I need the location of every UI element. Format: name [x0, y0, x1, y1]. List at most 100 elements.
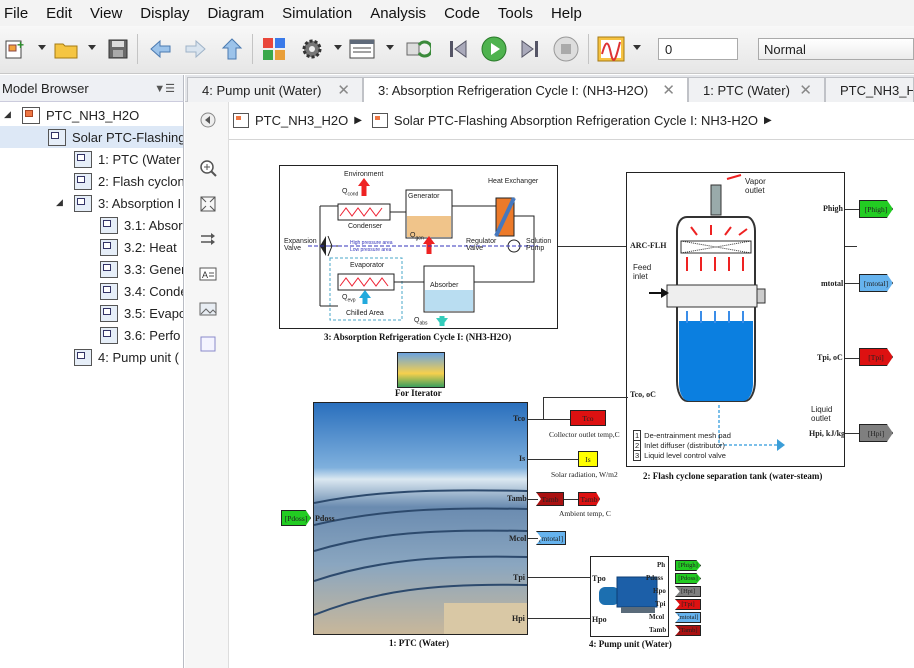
- tree-item-absorption[interactable]: 3: Absorption I: [74, 192, 181, 214]
- menu-view[interactable]: View: [81, 5, 131, 22]
- model-icon: [22, 106, 40, 124]
- open-dropdown-icon[interactable]: [88, 45, 96, 50]
- goto-tag-tpi[interactable]: [Tpi]: [859, 348, 893, 366]
- goto-tag-phigh[interactable]: [Phigh]: [859, 200, 893, 218]
- diagram-palette: A: [185, 102, 229, 668]
- tab-ptc[interactable]: 1: PTC (Water) ✕: [688, 77, 825, 102]
- gear-icon[interactable]: [298, 35, 326, 63]
- area-icon[interactable]: [198, 334, 217, 353]
- goto-tag-hpi[interactable]: [Hpi]: [859, 424, 893, 442]
- diagram-canvas[interactable]: Environment Qcond Condenser Generator Qg…: [229, 140, 914, 668]
- route-lines-icon[interactable]: [198, 229, 217, 248]
- absorption-caption: 3: Absorption Refrigeration Cycle I: (NH…: [324, 332, 512, 342]
- explorer-dropdown-icon[interactable]: [386, 45, 394, 50]
- open-folder-icon[interactable]: [52, 35, 80, 63]
- goto-tag-tamb[interactable]: Tamb: [578, 492, 600, 506]
- scope-dropdown-icon[interactable]: [633, 45, 641, 50]
- tree-item-condenser[interactable]: 3.4: Conde: [100, 280, 183, 302]
- tree-item-performance[interactable]: 3.6: Perfo: [100, 324, 180, 346]
- menu-display[interactable]: Display: [131, 5, 198, 22]
- subsystem-icon: [100, 326, 118, 344]
- stop-time-input[interactable]: 0: [658, 38, 738, 60]
- model-icon: [233, 113, 249, 128]
- ptc-block[interactable]: [313, 402, 528, 635]
- from-tag-pdoss[interactable]: [Pdoss]: [281, 510, 311, 526]
- settings-dropdown-icon[interactable]: [334, 45, 342, 50]
- tree-item-generator[interactable]: 3.3: Gener: [100, 258, 183, 280]
- for-iterator-block[interactable]: [397, 352, 445, 388]
- svg-text:A: A: [202, 270, 208, 280]
- tree-item-ptc[interactable]: 1: PTC (Water: [74, 148, 181, 170]
- tab-ptc-nh3[interactable]: PTC_NH3_H2: [825, 77, 914, 102]
- image-icon[interactable]: [198, 299, 217, 318]
- close-icon[interactable]: ✕: [799, 81, 812, 99]
- tree-item-root[interactable]: PTC_NH3_H2O: [22, 104, 139, 126]
- tree-item-flash[interactable]: 2: Flash cyclon: [74, 170, 183, 192]
- subsystem-icon: [74, 194, 92, 212]
- subsystem-icon: [100, 282, 118, 300]
- menu-file[interactable]: File: [0, 5, 37, 22]
- annotation-icon[interactable]: A: [198, 264, 217, 283]
- tree-item-absorber[interactable]: 3.1: Absor: [100, 214, 183, 236]
- save-icon[interactable]: [104, 35, 132, 63]
- new-model-dropdown-icon[interactable]: [38, 45, 46, 50]
- from-tag-pump-mtotal[interactable]: [mtotal]: [675, 612, 701, 623]
- menu-help[interactable]: Help: [542, 5, 591, 22]
- tree-item-pump[interactable]: 4: Pump unit (: [74, 346, 179, 368]
- from-tag-mtotal[interactable]: [mtotal]: [536, 531, 566, 545]
- tree-item-system[interactable]: Solar PTC-Flashing: [0, 126, 183, 148]
- goto-tag-mtotal[interactable]: [mtotal]: [859, 274, 893, 292]
- breadcrumb-root[interactable]: PTC_NH3_H2O: [255, 113, 348, 128]
- constant-is[interactable]: Is: [578, 451, 598, 467]
- fit-view-icon[interactable]: [198, 194, 217, 213]
- absorption-diagram-graphic: [308, 178, 538, 326]
- breadcrumb-child[interactable]: Solar PTC-Flashing Absorption Refrigerat…: [394, 113, 758, 128]
- close-icon[interactable]: ✕: [337, 81, 350, 99]
- forward-arrow-icon[interactable]: [182, 35, 210, 63]
- run-icon[interactable]: [480, 35, 508, 63]
- stop-icon[interactable]: [552, 35, 580, 63]
- collapse-arrow-icon[interactable]: ◢: [4, 109, 11, 120]
- update-diagram-icon[interactable]: [404, 35, 432, 63]
- tab-pump-unit[interactable]: 4: Pump unit (Water) ✕: [187, 77, 363, 102]
- tree-item-heat[interactable]: 3.2: Heat: [100, 236, 177, 258]
- collapse-arrow-icon[interactable]: ◢: [56, 197, 63, 208]
- hide-browser-icon[interactable]: [198, 110, 217, 129]
- scope-icon[interactable]: [597, 35, 625, 63]
- flash-tank-block[interactable]: Vapor outlet Feed inlet Liquid outlet 1D…: [626, 172, 845, 467]
- library-icon[interactable]: [260, 35, 288, 63]
- step-back-icon[interactable]: [444, 35, 472, 63]
- subsystem-icon: [74, 348, 92, 366]
- close-icon[interactable]: ✕: [662, 81, 675, 99]
- zoom-in-icon[interactable]: [198, 158, 217, 177]
- back-arrow-icon[interactable]: [146, 35, 174, 63]
- tree-item-evaporator[interactable]: 3.5: Evapo: [100, 302, 183, 324]
- up-arrow-icon[interactable]: [218, 35, 246, 63]
- editor-tabs: 4: Pump unit (Water) ✕ 3: Absorption Refr…: [185, 75, 914, 102]
- ptc-caption: 1: PTC (Water): [389, 638, 449, 648]
- step-forward-icon[interactable]: [516, 35, 544, 63]
- from-tag-pump-tpi[interactable]: [Tpi]: [675, 599, 701, 610]
- goto-tag-pump-pdoss[interactable]: [Pdoss]: [675, 573, 701, 584]
- port-tco: Tco, oC: [630, 390, 656, 399]
- flash-caption: 2: Flash cyclone separation tank (water-…: [643, 471, 823, 481]
- breadcrumb-arrow-icon: ▶: [764, 115, 772, 126]
- from-tag-tamb[interactable]: Tamb: [536, 492, 564, 506]
- menu-edit[interactable]: Edit: [37, 5, 81, 22]
- model-explorer-icon[interactable]: [348, 35, 376, 63]
- from-tag-pump-tamb[interactable]: [Tamb]: [675, 625, 701, 636]
- tab-absorption-cycle[interactable]: 3: Absorption Refrigeration Cycle I: (NH…: [363, 77, 688, 102]
- menu-tools[interactable]: Tools: [489, 5, 542, 22]
- simulation-mode-select[interactable]: Normal: [758, 38, 914, 60]
- menu-code[interactable]: Code: [435, 5, 489, 22]
- display-tco[interactable]: Tco: [570, 410, 606, 426]
- from-tag-pump-hpi[interactable]: [Hpi]: [675, 586, 701, 597]
- absorption-cycle-block[interactable]: Environment Qcond Condenser Generator Qg…: [279, 165, 558, 329]
- model-browser-options-icon[interactable]: ▼☰: [154, 82, 175, 95]
- menu-simulation[interactable]: Simulation: [273, 5, 361, 22]
- menu-diagram[interactable]: Diagram: [198, 5, 273, 22]
- subsystem-icon: [371, 113, 388, 128]
- menu-analysis[interactable]: Analysis: [361, 5, 435, 22]
- goto-tag-pump-phigh[interactable]: [Phigh]: [675, 560, 701, 571]
- new-model-icon[interactable]: +: [2, 35, 30, 63]
